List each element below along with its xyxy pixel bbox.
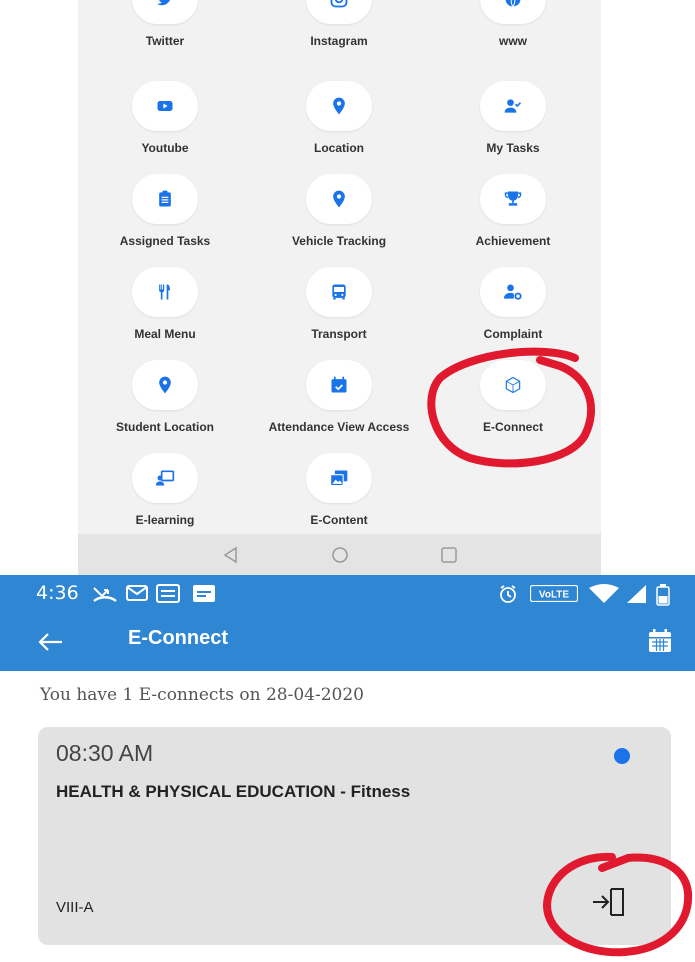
- e-connect-screen: 4:36 VoLTE E-Connect You have 1 E-connec…: [0, 575, 695, 962]
- menu-item-vehicle-tracking[interactable]: Vehicle Tracking: [252, 174, 426, 248]
- menu-item-label: Complaint: [483, 327, 543, 341]
- menu-item-label: Location: [314, 141, 364, 155]
- e-connect-summary: You have 1 E-connects on 28-04-2020: [40, 685, 364, 705]
- back-arrow-icon[interactable]: [38, 632, 64, 652]
- globe-icon: [480, 0, 546, 24]
- menu-item-label: Attendance View Access: [268, 420, 410, 434]
- session-class: VIII-A: [56, 899, 94, 916]
- location-pin-icon: [306, 174, 372, 224]
- user-check-icon: [480, 81, 546, 131]
- page-title: E-Connect: [128, 627, 228, 649]
- menu-item-www[interactable]: www: [426, 0, 600, 48]
- calendar-check-icon: [306, 360, 372, 410]
- clipboard-icon: [132, 174, 198, 224]
- battery-icon: [656, 584, 670, 606]
- menu-screen: Twitter Instagram www Youtube Location M…: [78, 0, 601, 575]
- app-notification-icon: [193, 585, 215, 602]
- chalkboard-teacher-icon: [132, 453, 198, 503]
- session-subject: HEALTH & PHYSICAL EDUCATION - Fitness: [56, 782, 411, 801]
- menu-item-e-learning[interactable]: E-learning: [78, 453, 252, 527]
- recents-square-icon[interactable]: [440, 546, 458, 564]
- location-pin-icon: [132, 360, 198, 410]
- menu-item-youtube[interactable]: Youtube: [78, 81, 252, 155]
- e-connect-card[interactable]: 08:30 AM HEALTH & PHYSICAL EDUCATION - F…: [38, 727, 671, 945]
- instagram-icon: [306, 0, 372, 24]
- menu-item-label: My Tasks: [486, 141, 540, 155]
- wifi-icon: [589, 584, 619, 603]
- menu-item-complaint[interactable]: Complaint: [426, 267, 600, 341]
- menu-item-label: Achievement: [475, 234, 551, 248]
- message-icon: [126, 585, 148, 601]
- twitter-icon: [132, 0, 198, 24]
- menu-item-location[interactable]: Location: [252, 81, 426, 155]
- menu-item-label: E-learning: [135, 513, 195, 527]
- menu-item-label: www: [498, 34, 527, 48]
- alarm-icon: [500, 585, 516, 603]
- menu-item-e-content[interactable]: E-Content: [252, 453, 426, 527]
- menu-item-transport[interactable]: Transport: [252, 267, 426, 341]
- status-bar: 4:36 VoLTE: [0, 575, 695, 612]
- menu-item-label: Assigned Tasks: [119, 234, 211, 248]
- youtube-icon: [132, 81, 198, 131]
- menu-item-label: Meal Menu: [134, 327, 196, 341]
- menu-item-label: E-Content: [310, 513, 368, 527]
- menu-item-label: Twitter: [145, 34, 185, 48]
- back-triangle-icon[interactable]: [222, 546, 240, 564]
- join-session-icon[interactable]: [591, 885, 627, 919]
- signal-icon: [627, 585, 646, 603]
- menu-item-achievement[interactable]: Achievement: [426, 174, 600, 248]
- trophy-icon: [480, 174, 546, 224]
- menu-item-label: Instagram: [310, 34, 368, 48]
- user-cog-icon: [480, 267, 546, 317]
- menu-item-e-connect[interactable]: E-Connect: [426, 360, 600, 434]
- menu-item-student-location[interactable]: Student Location: [78, 360, 252, 434]
- android-navigation-bar: [78, 534, 601, 575]
- volte-icon: VoLTE: [530, 585, 578, 602]
- volte-label: VoLTE: [539, 590, 570, 601]
- menu-item-twitter[interactable]: Twitter: [78, 0, 252, 48]
- bus-icon: [306, 267, 372, 317]
- images-icon: [306, 453, 372, 503]
- menu-item-label: Vehicle Tracking: [291, 234, 387, 248]
- menu-item-label: Youtube: [141, 141, 189, 155]
- menu-item-assigned-tasks[interactable]: Assigned Tasks: [78, 174, 252, 248]
- menu-item-label: E-Connect: [483, 420, 543, 434]
- menu-item-label: Student Location: [116, 420, 214, 434]
- utensils-icon: [132, 267, 198, 317]
- location-pin-icon: [306, 81, 372, 131]
- menu-item-instagram[interactable]: Instagram: [252, 0, 426, 48]
- menu-item-label: Transport: [311, 327, 367, 341]
- sms-notification-icon: [156, 584, 180, 603]
- home-circle-icon[interactable]: [331, 546, 349, 564]
- app-bar: E-Connect: [0, 612, 695, 671]
- missed-call-icon: [93, 587, 117, 602]
- menu-item-attendance-view-access[interactable]: Attendance View Access: [252, 360, 426, 434]
- calendar-icon[interactable]: [647, 628, 673, 654]
- menu-item-meal-menu[interactable]: Meal Menu: [78, 267, 252, 341]
- session-time: 08:30 AM: [56, 740, 154, 766]
- status-time: 4:36: [36, 582, 79, 604]
- status-dot: [614, 748, 630, 764]
- hexagon-icon: [480, 360, 546, 410]
- menu-item-my-tasks[interactable]: My Tasks: [426, 81, 600, 155]
